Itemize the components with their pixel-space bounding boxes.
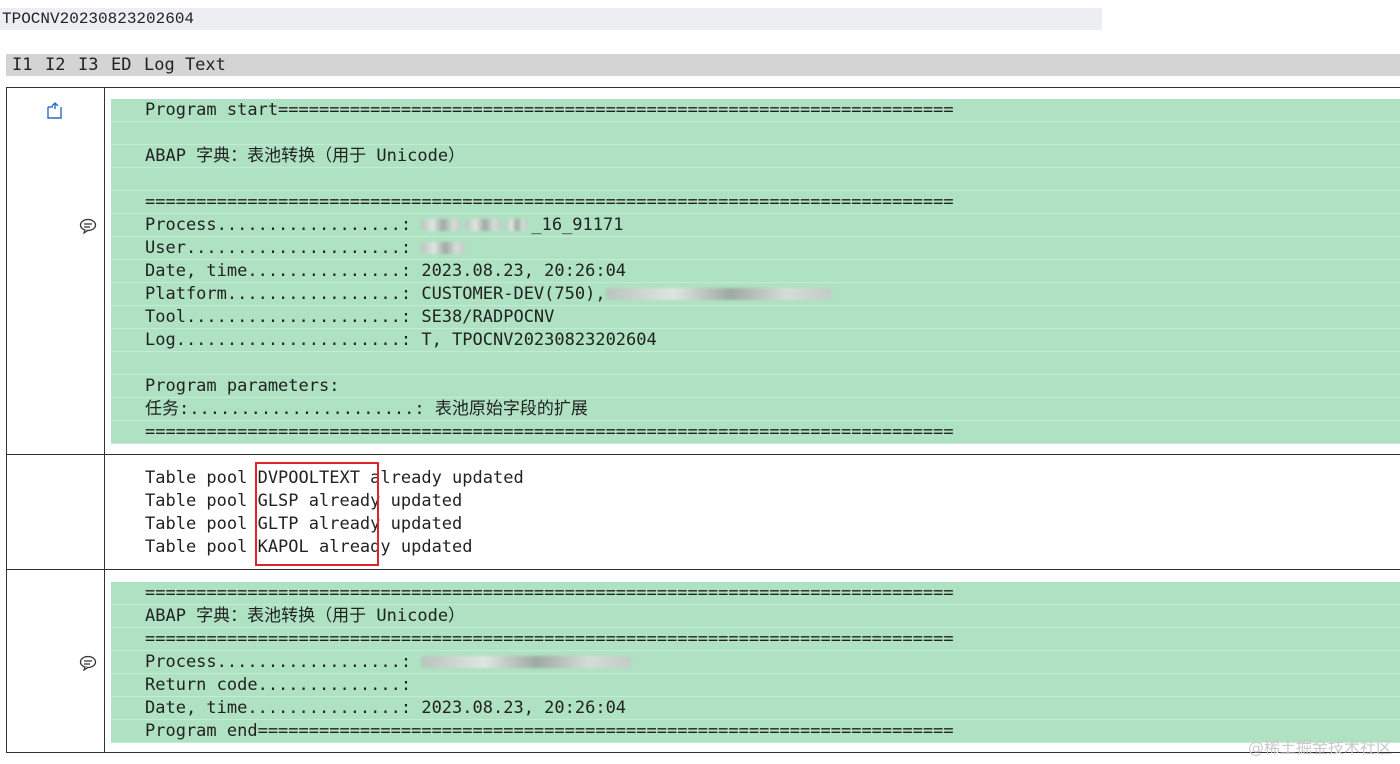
redacted-value <box>421 219 462 231</box>
redacted-value <box>605 288 832 300</box>
frame-left-border <box>6 87 7 753</box>
redacted-value <box>421 242 466 254</box>
log-group-end: ========================================… <box>111 582 1400 743</box>
log-line <box>111 168 1400 191</box>
log-line: Return code..............: <box>111 674 1400 697</box>
log-line: ABAP 字典：表池转换（用于 Unicode） <box>111 145 1400 168</box>
column-header-row: I1 I2 I3 ED Log Text <box>6 54 1400 76</box>
log-line-user: User.....................: <box>111 237 1400 260</box>
log-line: 任务:......................: 表池原始字段的扩展 <box>111 398 1400 421</box>
log-line: Program start===========================… <box>111 99 1400 122</box>
log-line: Program parameters: <box>111 375 1400 398</box>
process-suffix: _16_91171 <box>531 215 624 235</box>
log-line-process-label: Process..................: <box>145 215 422 235</box>
log-line: Program end=============================… <box>111 720 1400 743</box>
group-separator <box>6 569 1400 570</box>
redacted-value <box>505 219 528 231</box>
watermark: @稀土掘金技术社区 <box>1247 738 1392 757</box>
redacted-value <box>465 219 502 231</box>
group-separator <box>6 752 1400 753</box>
log-line: ========================================… <box>111 582 1400 605</box>
column-header-ed[interactable]: ED <box>111 54 131 76</box>
log-line-process-label: Process..................: <box>145 652 422 672</box>
log-line-platform: Platform.................: CUSTOMER-DEV(… <box>111 283 1400 306</box>
group-separator <box>6 87 1400 88</box>
comment-icon[interactable] <box>79 655 97 675</box>
log-line: Date, time...............: 2023.08.23, 2… <box>111 697 1400 720</box>
highlight-box <box>255 462 379 566</box>
comment-icon[interactable] <box>79 218 97 238</box>
column-header-i1[interactable]: I1 <box>12 54 32 76</box>
column-header-i3[interactable]: I3 <box>78 54 98 76</box>
log-line-platform-label: Platform.................: CUSTOMER-DEV(… <box>145 284 606 304</box>
log-title: TPOCNV20230823202604 <box>0 8 1102 30</box>
log-line <box>111 122 1400 145</box>
frame-column-divider <box>104 87 105 753</box>
column-header-i2[interactable]: I2 <box>45 54 65 76</box>
group-separator <box>6 454 1400 455</box>
redacted-value <box>421 656 632 668</box>
log-line: ========================================… <box>111 628 1400 651</box>
document-open-icon[interactable] <box>45 101 65 125</box>
log-line: Log......................: T, TPOCNV2023… <box>111 329 1400 352</box>
log-line-user-label: User.....................: <box>145 238 422 258</box>
log-line: ========================================… <box>111 421 1400 444</box>
log-line: ========================================… <box>111 191 1400 214</box>
log-line: ABAP 字典：表池转换（用于 Unicode） <box>111 605 1400 628</box>
log-line: Date, time...............: 2023.08.23, 2… <box>111 260 1400 283</box>
log-line <box>111 352 1400 375</box>
log-line-process: Process..................: <box>111 651 1400 674</box>
column-header-log-text[interactable]: Log Text <box>144 54 226 76</box>
log-line: Tool.....................: SE38/RADPOCNV <box>111 306 1400 329</box>
log-group-start: Program start===========================… <box>111 99 1400 444</box>
log-line-process: Process..................: _16_91171 <box>111 214 1400 237</box>
